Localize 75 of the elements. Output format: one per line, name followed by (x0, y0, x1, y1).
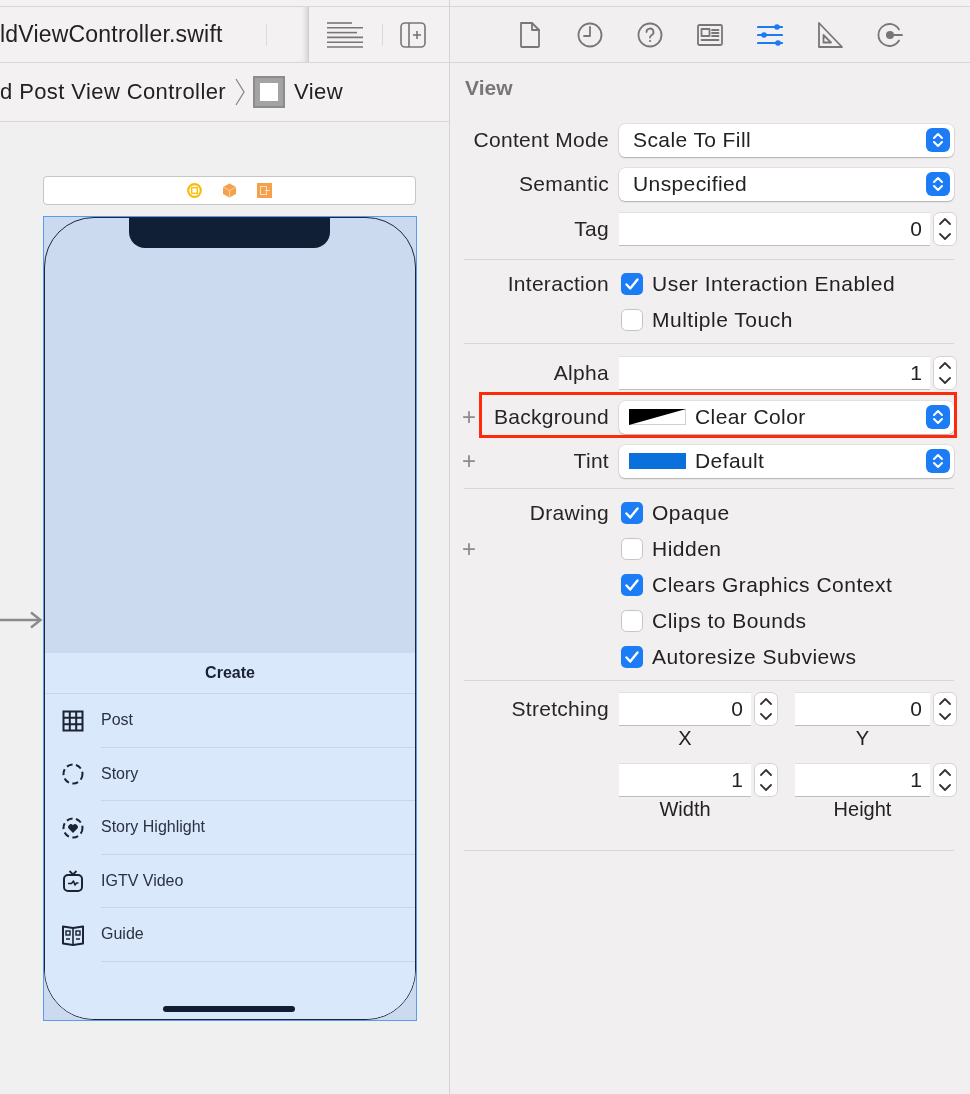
number-field[interactable]: 0 (619, 211, 930, 246)
grid-icon (62, 709, 84, 732)
field-label: Tag (574, 216, 609, 241)
field-label: Background (493, 405, 609, 429)
number-field[interactable]: 0 (619, 692, 751, 726)
popup-button[interactable]: Clear Color (619, 400, 954, 434)
menu-item[interactable]: Post (45, 694, 415, 748)
menu-item[interactable]: Guide (45, 908, 415, 962)
menu-item[interactable]: IGTV Video (45, 854, 415, 908)
connector-icon[interactable] (877, 21, 903, 48)
number-field[interactable]: 0 (795, 692, 930, 726)
popup-button[interactable]: Unspecified (619, 167, 954, 201)
stepper[interactable] (754, 763, 778, 797)
color-swatch (629, 409, 686, 425)
checkbox-label[interactable]: Multiple Touch (652, 308, 793, 332)
stepper[interactable] (933, 211, 957, 246)
popup-button[interactable]: Scale To Fill (619, 123, 954, 157)
menu-item[interactable]: Story Highlight (45, 801, 415, 855)
popup-button[interactable]: Default (619, 444, 954, 478)
entry-arrow (0, 611, 43, 629)
breadcrumb-item[interactable]: View (294, 79, 343, 105)
popup-arrows-icon (926, 128, 950, 152)
stepper[interactable] (933, 355, 957, 390)
ruler-icon[interactable] (817, 21, 843, 48)
field-label: Drawing (529, 501, 609, 525)
checkbox-label[interactable]: Opaque (652, 501, 730, 525)
id-card-icon[interactable] (697, 21, 723, 48)
field-label: Content Mode (473, 128, 609, 152)
heart-circle-icon (62, 816, 84, 839)
add-editor-icon[interactable] (400, 21, 426, 48)
number-field[interactable]: 1 (619, 355, 930, 390)
popup-arrows-icon (926, 172, 950, 196)
field-label: Alpha (553, 360, 609, 385)
field-caption: Width (658, 797, 712, 821)
checkbox-label[interactable]: Clears Graphics Context (652, 573, 893, 597)
book-icon (62, 923, 84, 946)
checkbox[interactable] (621, 309, 643, 331)
tv-icon (62, 870, 84, 893)
stepper[interactable] (933, 763, 957, 797)
checkbox[interactable] (621, 502, 643, 524)
checkbox[interactable] (621, 574, 643, 596)
number-field[interactable]: 1 (795, 763, 930, 797)
view-icon (253, 76, 286, 108)
field-label: Interaction (507, 272, 609, 296)
checkbox-label[interactable]: Clips to Bounds (652, 609, 807, 633)
checkbox[interactable] (621, 610, 643, 632)
sliders-icon[interactable] (757, 21, 783, 48)
popup-arrows-icon (926, 449, 950, 473)
stepper[interactable] (933, 692, 957, 726)
field-label: Stretching (511, 697, 609, 721)
field-label: Tint (573, 449, 609, 473)
field-caption: Y (854, 726, 871, 750)
menu-item[interactable]: Story (45, 747, 415, 801)
popup-arrows-icon (926, 405, 950, 429)
checkbox-label[interactable]: Autoresize Subviews (652, 645, 857, 669)
lines-icon[interactable] (327, 21, 363, 48)
field-label: Semantic (519, 172, 609, 196)
inspector-title: View (464, 74, 514, 101)
file-icon[interactable] (517, 21, 543, 48)
checkbox-label[interactable]: Hidden (652, 537, 722, 561)
dashed-circle-icon (62, 763, 84, 786)
checkbox-label[interactable]: User Interaction Enabled (652, 272, 896, 296)
field-caption: X (677, 726, 693, 750)
field-caption: Height (832, 797, 893, 821)
number-field[interactable]: 1 (619, 763, 751, 797)
help-icon[interactable] (637, 21, 663, 48)
checkbox[interactable] (621, 646, 643, 668)
breadcrumb-item[interactable]: d Post View Controller (0, 79, 227, 105)
chevron-icon (235, 78, 246, 106)
sheet-title: Create (45, 653, 415, 694)
checkbox[interactable] (621, 273, 643, 295)
clock-icon[interactable] (577, 21, 603, 48)
cube-icon[interactable] (222, 183, 237, 198)
checkbox[interactable] (621, 538, 643, 560)
stepper[interactable] (754, 692, 778, 726)
